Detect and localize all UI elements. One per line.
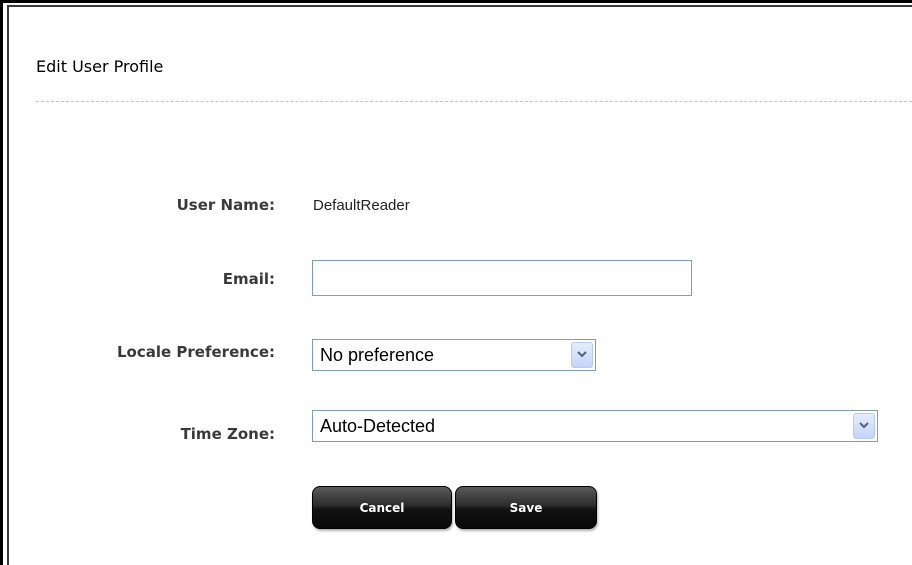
chevron-down-icon[interactable]: [571, 342, 593, 368]
page-title: Edit User Profile: [36, 57, 164, 76]
locale-selected-value: No preference: [320, 345, 435, 365]
timezone-select[interactable]: Auto-Detected: [312, 410, 878, 442]
save-button[interactable]: Save: [455, 486, 597, 529]
username-value: DefaultReader: [313, 197, 410, 214]
timezone-label: Time Zone:: [180, 425, 275, 443]
chevron-down-icon[interactable]: [853, 413, 875, 439]
email-label: Email:: [222, 270, 275, 288]
cancel-button[interactable]: Cancel: [312, 486, 452, 529]
locale-label: Locale Preference:: [117, 343, 275, 361]
locale-select[interactable]: No preference: [312, 339, 596, 371]
timezone-selected-value: Auto-Detected: [320, 416, 436, 436]
email-field[interactable]: [312, 260, 692, 296]
title-divider: [36, 101, 912, 102]
username-label: User Name:: [176, 196, 275, 214]
